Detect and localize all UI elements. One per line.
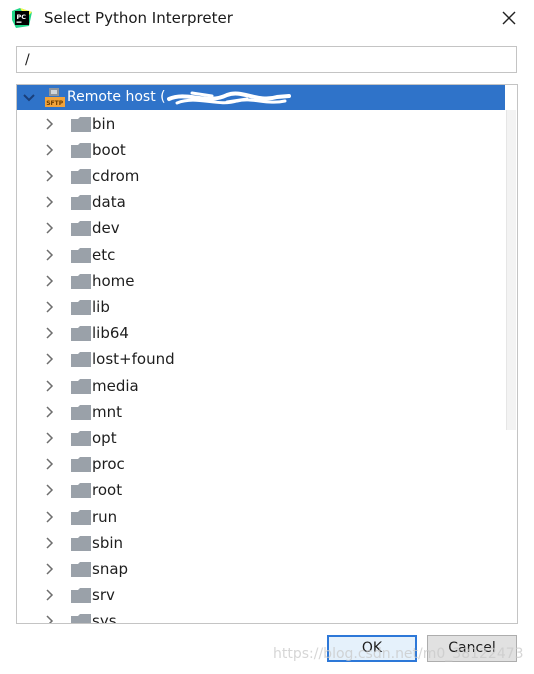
tree-item[interactable]: root bbox=[17, 477, 505, 503]
tree-item[interactable]: mnt bbox=[17, 399, 505, 425]
tree-item-label: etc bbox=[92, 245, 116, 264]
folder-icon bbox=[71, 561, 91, 577]
folder-icon bbox=[71, 299, 91, 315]
folder-icon bbox=[71, 116, 91, 132]
tree-item-label: snap bbox=[92, 559, 129, 578]
tree-item-label: proc bbox=[92, 455, 125, 474]
tree-item[interactable]: sys bbox=[17, 608, 505, 624]
tree-item[interactable]: data bbox=[17, 189, 505, 215]
chevron-right-icon[interactable] bbox=[45, 301, 55, 313]
chevron-right-icon[interactable] bbox=[45, 615, 55, 624]
tree-item[interactable]: srv bbox=[17, 582, 505, 608]
tree-item-label: run bbox=[92, 507, 118, 526]
folder-icon bbox=[71, 326, 91, 342]
pycharm-icon: PC bbox=[12, 8, 32, 28]
ok-button[interactable]: OK bbox=[327, 635, 417, 662]
chevron-right-icon[interactable] bbox=[45, 353, 55, 365]
scrollbar-thumb[interactable] bbox=[506, 110, 516, 430]
tree-item-label: sys bbox=[92, 612, 117, 624]
tree-item-label: lib64 bbox=[92, 324, 129, 343]
tree-item-label: cdrom bbox=[92, 166, 140, 185]
tree-item[interactable]: sbin bbox=[17, 530, 505, 556]
chevron-right-icon[interactable] bbox=[45, 432, 55, 444]
tree-item-label: root bbox=[92, 481, 123, 500]
chevron-right-icon[interactable] bbox=[45, 510, 55, 523]
folder-icon bbox=[71, 430, 91, 446]
tree-item-label: srv bbox=[92, 586, 115, 605]
chevron-right-icon[interactable] bbox=[45, 144, 55, 156]
folder-icon bbox=[71, 457, 91, 473]
folder-icon bbox=[71, 535, 91, 551]
folder-icon bbox=[71, 614, 91, 623]
folder-icon bbox=[71, 404, 91, 420]
chevron-right-icon[interactable] bbox=[45, 379, 55, 392]
chevron-right-icon[interactable] bbox=[45, 589, 55, 601]
tree-item[interactable]: bin bbox=[17, 111, 505, 137]
redaction-scribble bbox=[167, 91, 291, 105]
folder-icon bbox=[71, 142, 91, 158]
file-tree[interactable]: SFTP Remote host ( bin boot cdrom data dev et… bbox=[16, 84, 518, 624]
tree-item-label: data bbox=[92, 193, 126, 212]
folder-icon bbox=[71, 509, 91, 525]
tree-item[interactable]: run bbox=[17, 504, 505, 530]
tree-item-label: boot bbox=[92, 140, 126, 159]
chevron-right-icon[interactable] bbox=[45, 248, 55, 261]
tree-item[interactable]: opt bbox=[17, 425, 505, 451]
app-icon-text: PC bbox=[17, 13, 27, 21]
tree-item[interactable]: snap bbox=[17, 556, 505, 582]
folder-icon bbox=[71, 168, 91, 184]
tree-item[interactable]: dev bbox=[17, 215, 505, 241]
tree-item-label: lost+found bbox=[92, 350, 175, 369]
tree-item[interactable]: boot bbox=[17, 137, 505, 163]
tree-item-label: opt bbox=[92, 428, 117, 447]
folder-icon bbox=[71, 352, 91, 368]
tree-item-label: mnt bbox=[92, 402, 122, 421]
folder-icon bbox=[71, 273, 91, 289]
chevron-right-icon[interactable] bbox=[45, 117, 55, 130]
chevron-right-icon[interactable] bbox=[45, 537, 55, 549]
tree-item-label: media bbox=[92, 376, 139, 395]
chevron-right-icon[interactable] bbox=[45, 563, 55, 575]
folder-icon bbox=[71, 588, 91, 604]
chevron-right-icon[interactable] bbox=[45, 406, 55, 418]
title-bar: PC Select Python Interpreter bbox=[0, 0, 534, 36]
chevron-right-icon[interactable] bbox=[45, 196, 55, 208]
tree-item[interactable]: home bbox=[17, 268, 505, 294]
sftp-icon-text: SFTP bbox=[46, 100, 64, 107]
tree-item-label: home bbox=[92, 271, 135, 290]
tree-root-remote-host[interactable]: SFTP Remote host ( bbox=[17, 85, 505, 110]
chevron-right-icon[interactable] bbox=[45, 458, 55, 470]
tree-item-label: bin bbox=[92, 114, 116, 133]
chevron-right-icon[interactable] bbox=[45, 484, 55, 496]
chevron-right-icon[interactable] bbox=[45, 275, 55, 287]
folder-icon bbox=[71, 221, 91, 237]
tree-item[interactable]: cdrom bbox=[17, 163, 505, 189]
folder-icon bbox=[71, 378, 91, 394]
folder-icon bbox=[71, 483, 91, 499]
tree-item[interactable]: lib bbox=[17, 294, 505, 320]
chevron-down-icon[interactable] bbox=[23, 92, 35, 104]
tree-root-label: Remote host ( bbox=[67, 89, 166, 105]
tree-item[interactable]: media bbox=[17, 373, 505, 399]
tree-item[interactable]: proc bbox=[17, 451, 505, 477]
chevron-right-icon[interactable] bbox=[45, 170, 55, 182]
close-icon[interactable] bbox=[498, 7, 520, 29]
tree-item-label: lib bbox=[92, 297, 110, 316]
cancel-button[interactable]: Cancel bbox=[427, 635, 517, 662]
chevron-right-icon[interactable] bbox=[45, 327, 55, 339]
window-title: Select Python Interpreter bbox=[44, 9, 233, 27]
path-input[interactable] bbox=[16, 46, 517, 73]
folder-icon bbox=[71, 195, 91, 211]
folder-icon bbox=[71, 247, 91, 263]
tree-item-label: dev bbox=[92, 219, 120, 238]
sftp-icon: SFTP bbox=[45, 88, 65, 107]
tree-item[interactable]: lost+found bbox=[17, 346, 505, 372]
tree-item[interactable]: etc bbox=[17, 242, 505, 268]
tree-item-label: sbin bbox=[92, 533, 124, 552]
chevron-right-icon[interactable] bbox=[45, 222, 55, 234]
tree-item[interactable]: lib64 bbox=[17, 320, 505, 346]
